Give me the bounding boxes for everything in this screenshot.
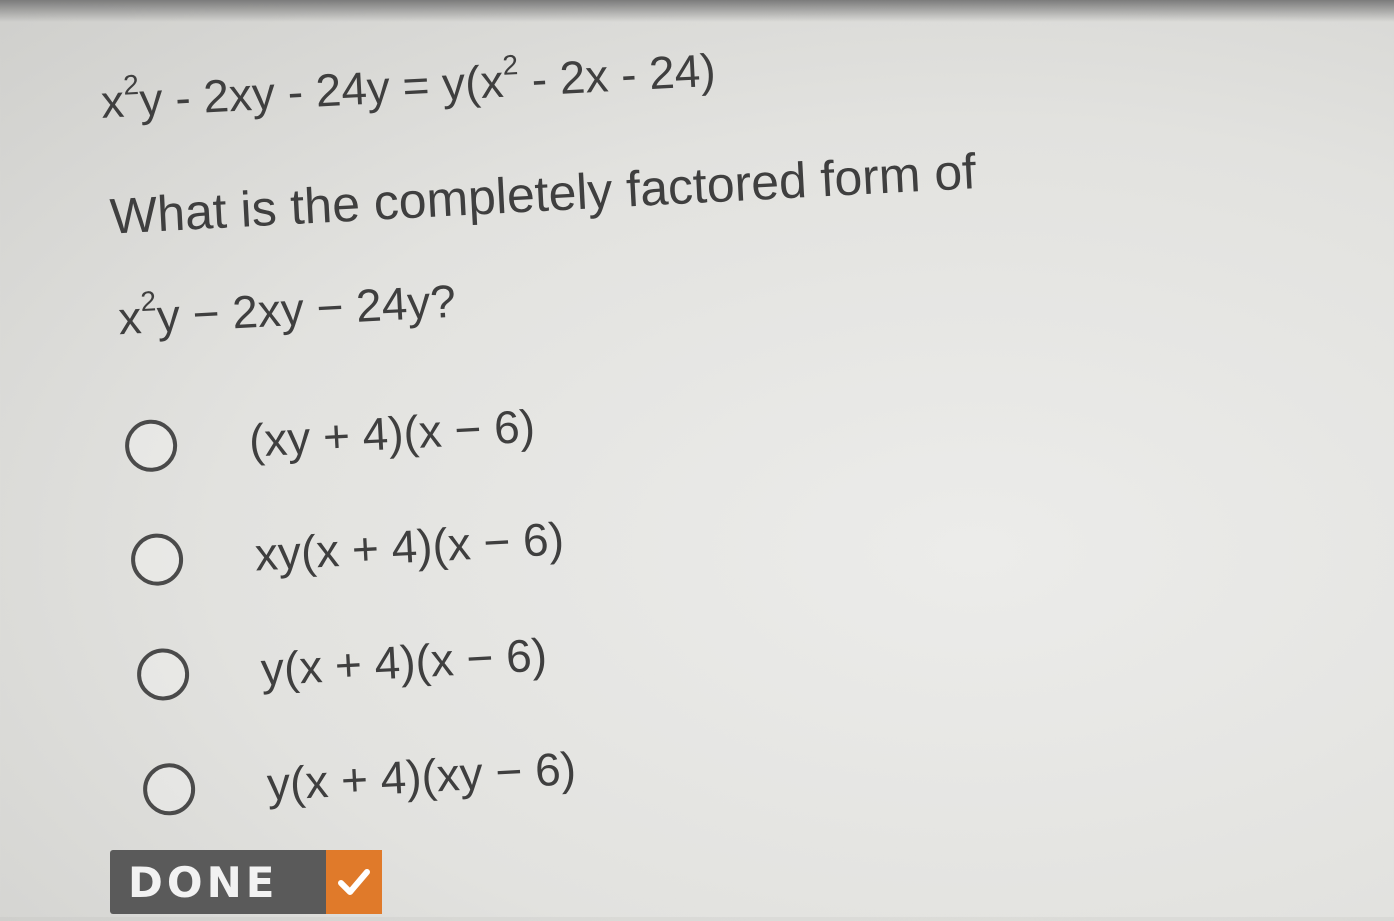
answer-choice-1[interactable]: (xy + 4)(x − 6) — [123, 396, 537, 477]
radio-button[interactable] — [123, 418, 179, 474]
radio-button[interactable] — [141, 761, 197, 817]
choice-label: (xy + 4)(x − 6) — [247, 399, 537, 467]
question-text: What is the completely factored form of — [108, 143, 978, 245]
radio-button[interactable] — [135, 647, 191, 702]
check-icon — [326, 850, 382, 914]
choice-label: y(x + 4)(xy − 6) — [265, 742, 578, 811]
done-button[interactable]: DONE — [110, 850, 382, 914]
done-label: DONE — [128, 857, 279, 907]
question-expression: x2y − 2xy − 24y? — [117, 274, 458, 345]
question-panel: x2y - 2xy - 24y = y(x2 - 2x - 24) What i… — [0, 0, 1394, 921]
given-equation: x2y - 2xy - 24y = y(x2 - 2x - 24) — [99, 43, 717, 128]
choice-label: y(x + 4)(x − 6) — [259, 628, 549, 696]
answer-choice-2[interactable]: xy(x + 4)(x − 6) — [129, 508, 566, 591]
choice-label: xy(x + 4)(x − 6) — [253, 512, 566, 581]
answer-choice-3[interactable]: y(x + 4)(x − 6) — [135, 624, 549, 705]
radio-button[interactable] — [129, 532, 185, 587]
answer-choice-4[interactable]: y(x + 4)(xy − 6) — [141, 738, 578, 821]
